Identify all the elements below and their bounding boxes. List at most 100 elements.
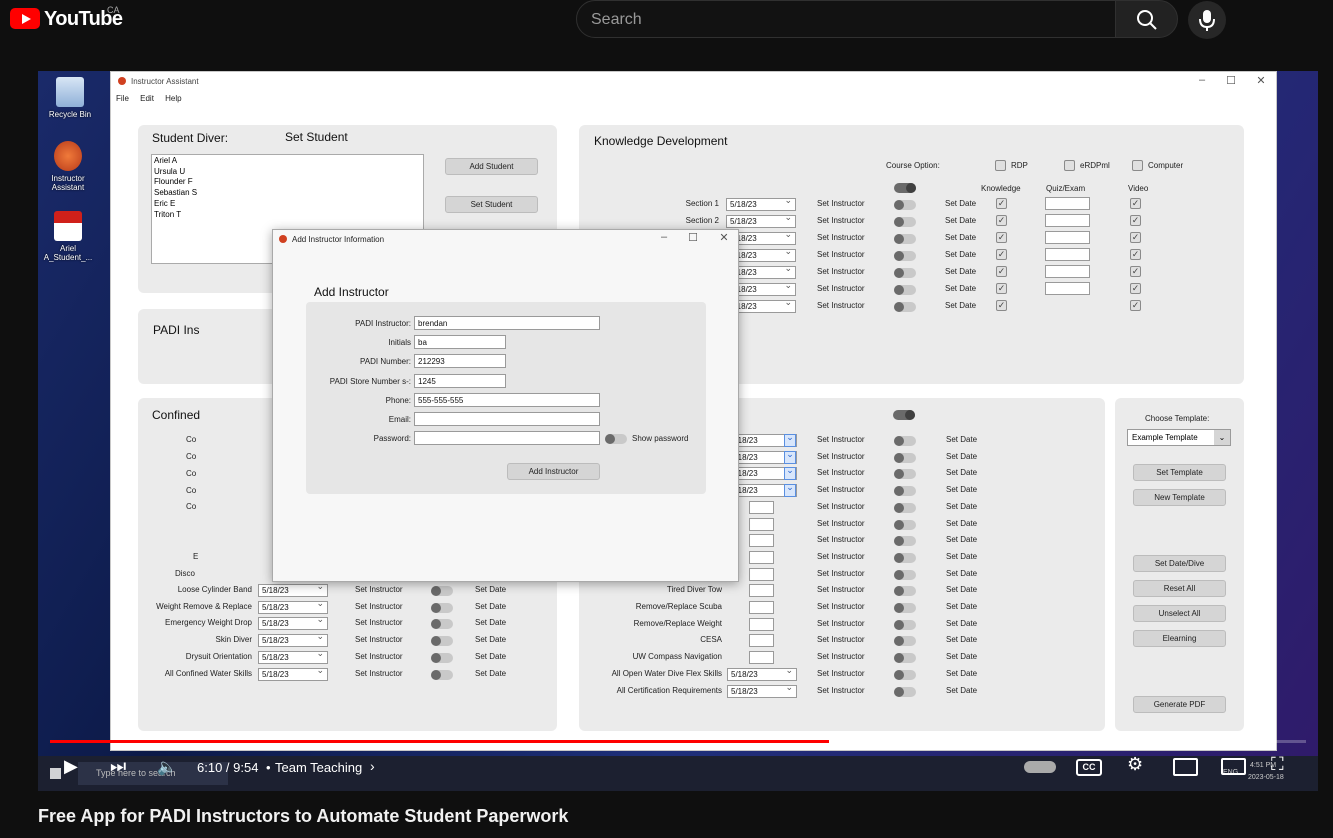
unselect-all-button[interactable]: Unselect All bbox=[1133, 605, 1226, 622]
list-item[interactable]: Triton T bbox=[154, 210, 421, 221]
progress-bar[interactable] bbox=[50, 740, 1306, 743]
open-water-master-toggle[interactable] bbox=[893, 410, 915, 420]
date-select[interactable]: 5/18/23 bbox=[258, 665, 328, 681]
row-toggle[interactable] bbox=[894, 619, 916, 630]
row-toggle[interactable] bbox=[894, 486, 916, 497]
quiz-input[interactable] bbox=[1045, 248, 1090, 261]
set-date-label[interactable]: Set Date bbox=[946, 502, 977, 511]
row-toggle[interactable] bbox=[894, 436, 916, 446]
set-date-label[interactable]: Set Date bbox=[946, 519, 977, 528]
row-toggle[interactable] bbox=[894, 217, 916, 227]
skill-input[interactable] bbox=[749, 500, 774, 514]
quiz-input[interactable] bbox=[1045, 231, 1090, 244]
row-toggle[interactable] bbox=[894, 586, 916, 597]
set-date-label[interactable]: Set Date bbox=[946, 468, 977, 477]
set-instructor-label[interactable]: Set Instructor bbox=[355, 602, 403, 611]
skill-input[interactable] bbox=[749, 584, 774, 598]
knowledge-checkbox[interactable]: ✓ bbox=[996, 266, 1007, 277]
video-checkbox[interactable]: ✓ bbox=[1130, 283, 1141, 294]
date-select[interactable]: 5/18/23 bbox=[726, 212, 796, 228]
date-select[interactable]: 5/18/23 bbox=[258, 598, 328, 614]
set-date-label[interactable]: Set Date bbox=[946, 635, 977, 644]
add-instructor-button[interactable]: Add Instructor bbox=[507, 463, 600, 480]
video-checkbox[interactable]: ✓ bbox=[1130, 266, 1141, 277]
set-date-label[interactable]: Set Date bbox=[946, 602, 977, 611]
theater-mode-icon[interactable] bbox=[1221, 758, 1246, 775]
set-instructor-label[interactable]: Set Instructor bbox=[817, 669, 865, 678]
password-input[interactable] bbox=[414, 431, 600, 445]
set-date-label[interactable]: Set Date bbox=[946, 485, 977, 494]
row-toggle[interactable] bbox=[431, 602, 453, 613]
set-instructor-label[interactable]: Set Instructor bbox=[817, 552, 865, 561]
row-toggle[interactable] bbox=[894, 200, 916, 210]
youtube-logo-icon[interactable] bbox=[10, 8, 40, 29]
row-toggle[interactable] bbox=[894, 234, 916, 244]
set-instructor-label[interactable]: Set Instructor bbox=[817, 284, 865, 293]
erdpml-checkbox[interactable] bbox=[1064, 160, 1075, 171]
knowledge-checkbox[interactable]: ✓ bbox=[996, 300, 1007, 311]
date-select[interactable]: 5/18/23 bbox=[258, 631, 328, 648]
set-instructor-label[interactable]: Set Instructor bbox=[817, 468, 865, 477]
skill-input[interactable] bbox=[749, 601, 774, 614]
set-date-label[interactable]: Set Date bbox=[475, 652, 506, 661]
row-toggle[interactable] bbox=[894, 251, 916, 261]
set-date-label[interactable]: Set Date bbox=[945, 233, 976, 242]
set-instructor-label[interactable]: Set Instructor bbox=[817, 452, 865, 461]
list-item[interactable]: Flounder F bbox=[154, 177, 421, 188]
quiz-input[interactable] bbox=[1045, 214, 1090, 227]
row-toggle[interactable] bbox=[894, 519, 916, 530]
chapter-title[interactable]: Team Teaching bbox=[275, 760, 362, 775]
skill-input[interactable] bbox=[749, 651, 774, 665]
maximize-icon[interactable]: ☐ bbox=[1220, 74, 1242, 87]
set-date-label[interactable]: Set Date bbox=[945, 267, 976, 276]
set-instructor-label[interactable]: Set Instructor bbox=[817, 569, 865, 578]
desktop-icon-pdf[interactable]: Ariel A_Student_... bbox=[38, 211, 98, 262]
row-toggle[interactable] bbox=[894, 686, 916, 697]
video-checkbox[interactable]: ✓ bbox=[1130, 232, 1141, 243]
set-instructor-label[interactable]: Set Instructor bbox=[817, 635, 865, 644]
generate-pdf-button[interactable]: Generate PDF bbox=[1133, 696, 1226, 713]
elearning-button[interactable]: Elearning bbox=[1133, 630, 1226, 647]
skill-input[interactable] bbox=[749, 634, 774, 648]
list-item[interactable]: Eric E bbox=[154, 199, 421, 210]
set-date-label[interactable]: Set Date bbox=[475, 669, 506, 678]
captions-button[interactable]: CC bbox=[1076, 759, 1102, 776]
knowledge-master-toggle[interactable] bbox=[894, 183, 916, 193]
set-instructor-label[interactable]: Set Instructor bbox=[817, 199, 865, 208]
set-instructor-label[interactable]: Set Instructor bbox=[817, 535, 865, 544]
new-template-button[interactable]: New Template bbox=[1133, 489, 1226, 506]
knowledge-checkbox[interactable]: ✓ bbox=[996, 249, 1007, 260]
minimize-icon[interactable]: – bbox=[653, 231, 675, 243]
windows-start-icon[interactable] bbox=[50, 768, 61, 779]
row-toggle[interactable] bbox=[894, 569, 916, 580]
padi-instructor-input[interactable] bbox=[414, 316, 600, 330]
set-instructor-label[interactable]: Set Instructor bbox=[817, 502, 865, 511]
set-date-label[interactable]: Set Date bbox=[946, 435, 977, 444]
set-date-label[interactable]: Set Date bbox=[475, 602, 506, 611]
row-toggle[interactable] bbox=[894, 502, 916, 513]
set-student-button[interactable]: Set Student bbox=[445, 196, 538, 213]
video-checkbox[interactable]: ✓ bbox=[1130, 249, 1141, 260]
rdp-checkbox[interactable] bbox=[995, 160, 1006, 171]
set-date-label[interactable]: Set Date bbox=[946, 652, 977, 661]
set-date-label[interactable]: Set Date bbox=[946, 569, 977, 578]
row-toggle[interactable] bbox=[894, 536, 916, 547]
set-date-label[interactable]: Set Date bbox=[945, 199, 976, 208]
set-date-label[interactable]: Set Date bbox=[946, 686, 977, 695]
set-instructor-label[interactable]: Set Instructor bbox=[355, 635, 403, 644]
set-date-label[interactable]: Set Date bbox=[475, 618, 506, 627]
date-select[interactable]: 5/18/23 bbox=[258, 614, 328, 631]
list-item[interactable]: Ariel A bbox=[154, 156, 421, 167]
row-toggle[interactable] bbox=[894, 636, 916, 647]
menu-help[interactable]: Help bbox=[165, 94, 181, 103]
knowledge-checkbox[interactable]: ✓ bbox=[996, 232, 1007, 243]
quiz-input[interactable] bbox=[1045, 197, 1090, 210]
menu-edit[interactable]: Edit bbox=[140, 94, 154, 103]
search-button[interactable] bbox=[1115, 0, 1178, 38]
skill-input[interactable] bbox=[749, 534, 774, 548]
set-date-label[interactable]: Set Date bbox=[946, 669, 977, 678]
set-instructor-label[interactable]: Set Instructor bbox=[817, 519, 865, 528]
skill-input[interactable] bbox=[749, 567, 774, 581]
set-instructor-label[interactable]: Set Instructor bbox=[817, 250, 865, 259]
template-select[interactable]: Example Template ⌄ bbox=[1127, 429, 1231, 446]
